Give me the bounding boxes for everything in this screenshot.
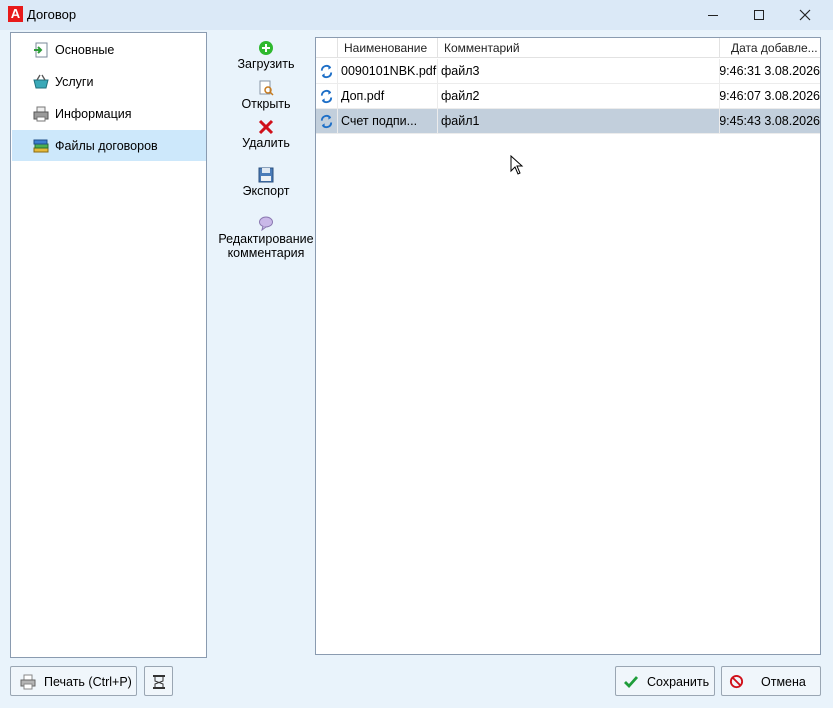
cell-comment: файл1 [437, 109, 719, 133]
nav-item-main[interactable]: Основные [12, 34, 206, 65]
edit-comment-label-line2: комментария [227, 246, 305, 260]
navigation-panel: Основные Услуги Информация Файлы договор… [10, 32, 207, 658]
cell-date: 3.08.2026 9:46:07 [719, 84, 820, 108]
checkmark-icon [624, 676, 638, 689]
edit-comment-button[interactable]: Редактирование комментария [215, 215, 317, 260]
open-label: Открыть [241, 97, 291, 111]
table-row[interactable]: 0090101NBK.pdf файл3 3.08.2026 9:46:31 [316, 59, 820, 84]
table-row[interactable]: Доп.pdf файл2 3.08.2026 9:46:07 [316, 84, 820, 109]
nav-item-info[interactable]: Информация [12, 98, 206, 129]
maximize-button[interactable] [736, 0, 782, 30]
footer-bar: Печать (Ctrl+P) Сохранить Отмена [0, 660, 833, 708]
cancel-button[interactable]: Отмена [721, 666, 821, 696]
cell-name: 0090101NBK.pdf [337, 59, 437, 83]
add-circle-icon [259, 41, 273, 55]
export-button[interactable]: Экспорт [215, 167, 317, 198]
column-header-date[interactable]: Дата добавле... [719, 38, 820, 58]
save-label: Сохранить [647, 675, 710, 689]
sync-file-icon [320, 114, 333, 129]
maximize-icon [754, 10, 764, 20]
print-button[interactable]: Печать (Ctrl+P) [10, 666, 137, 696]
upload-label: Загрузить [237, 57, 295, 71]
cell-comment: файл3 [437, 59, 719, 83]
basket-icon [33, 74, 49, 89]
comment-bubble-icon [259, 216, 273, 231]
hourglass-icon [153, 675, 165, 689]
books-icon [33, 139, 49, 153]
column-header-comment[interactable]: Комментарий [437, 38, 719, 58]
edit-comment-label-line1: Редактирование [218, 232, 314, 246]
nav-label-contract-files: Файлы договоров [55, 139, 158, 153]
app-logo-icon: A [8, 6, 23, 22]
hourglass-button[interactable] [144, 666, 173, 696]
floppy-disk-icon [258, 167, 274, 183]
nav-label-services: Услуги [55, 75, 94, 89]
document-arrow-icon [34, 42, 48, 58]
minimize-icon [708, 14, 718, 16]
nav-label-main: Основные [55, 43, 115, 57]
cell-date: 3.08.2026 9:46:31 [719, 59, 820, 83]
nav-item-services[interactable]: Услуги [12, 66, 206, 97]
delete-label: Удалить [242, 136, 290, 150]
printer-icon [20, 674, 36, 690]
cell-comment: файл2 [437, 84, 719, 108]
delete-button[interactable]: Удалить [215, 119, 317, 150]
cancel-circle-icon [729, 674, 744, 689]
export-label: Экспорт [242, 184, 290, 198]
delete-x-icon [258, 119, 274, 135]
column-header-name[interactable]: Наименование [337, 38, 437, 58]
mouse-cursor-icon [510, 155, 524, 175]
sync-file-icon [320, 89, 333, 104]
save-button[interactable]: Сохранить [615, 666, 715, 696]
minimize-button[interactable] [690, 0, 736, 30]
close-icon [799, 9, 811, 21]
sync-file-icon [320, 64, 333, 79]
open-button[interactable]: Открыть [215, 80, 317, 111]
files-toolbar: Загрузить Открыть Удалить Экспорт Редакт… [215, 32, 317, 658]
cell-name: Счет подпи... [337, 109, 437, 133]
nav-item-contract-files[interactable]: Файлы договоров [12, 130, 206, 161]
files-grid[interactable]: Наименование Комментарий Дата добавле...… [315, 37, 821, 655]
print-label: Печать (Ctrl+P) [44, 675, 132, 689]
nav-label-info: Информация [55, 107, 132, 121]
upload-button[interactable]: Загрузить [215, 40, 317, 71]
cancel-label: Отмена [761, 675, 806, 689]
printer-info-icon [33, 106, 49, 122]
grid-header: Наименование Комментарий Дата добавле... [316, 38, 820, 58]
open-document-icon [259, 80, 274, 96]
cell-date: 3.08.2026 9:45:43 [719, 109, 820, 133]
table-row-selected[interactable]: Счет подпи... файл1 3.08.2026 9:45:43 [316, 109, 820, 134]
window-title: Договор [27, 7, 77, 22]
close-button[interactable] [782, 0, 828, 30]
title-bar[interactable]: A Договор [0, 0, 833, 30]
cell-name: Доп.pdf [337, 84, 437, 108]
